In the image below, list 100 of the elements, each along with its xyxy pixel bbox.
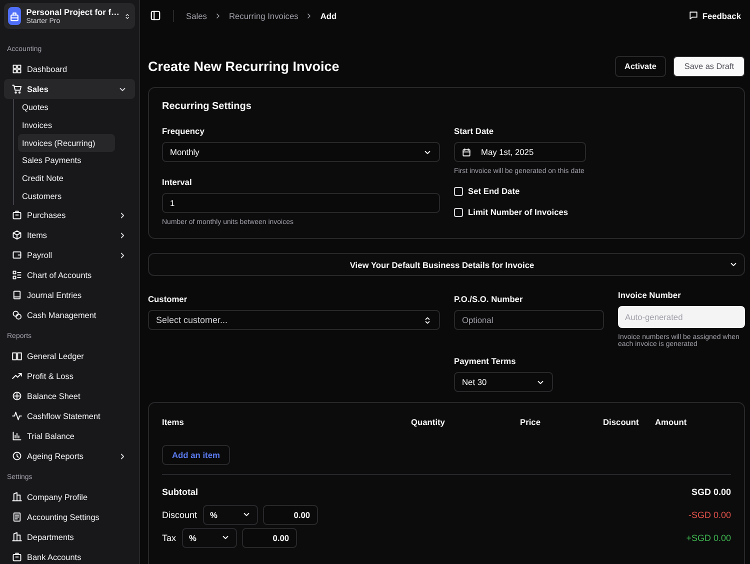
sidebar-item[interactable]: Sales [4,79,135,99]
field-label: Interval [162,177,193,187]
save-draft-button[interactable]: Save as Draft [673,56,745,76]
list-icon [12,270,22,280]
sidebar-subitem[interactable]: Sales Payments [18,152,115,170]
chevron-right-icon [305,12,314,20]
sidebar-item[interactable]: General Ledger [4,346,135,366]
type-dropdown[interactable]: % [182,528,238,548]
sidebar-item[interactable]: Balance Sheet [4,386,135,406]
totals-amount: SGD 0.00 [691,486,731,496]
up-down-chevron-icon [423,316,432,324]
field-label: Frequency [162,126,206,136]
up-down-chevron-icon [124,12,131,20]
chevron-down-icon [242,510,252,519]
field-label: Customer [148,294,188,304]
amount-input[interactable]: 0.00 [263,504,318,524]
checkbox[interactable] [454,208,463,216]
field-label: Invoice Number [618,290,682,300]
sidebar-item[interactable]: Cashflow Statement [4,406,135,426]
sidebar-item[interactable]: Company Profile [4,487,135,508]
sidebar-item[interactable]: Trial Balance [4,426,135,446]
payment-terms-dropdown[interactable]: Net 30 [454,372,553,392]
date-picker[interactable]: May 1st, 2025 [454,142,586,162]
sidebar-item[interactable]: Dashboard [4,59,135,79]
chevron-down-icon [729,260,738,269]
chevron-down-icon [221,533,230,542]
sidebar-item[interactable]: Profit & Loss [4,366,135,386]
totals-label: Subtotal [162,486,199,496]
add-item-button[interactable]: Add an item [162,445,230,465]
cart-icon [12,84,22,94]
page-title: Create New Recurring Invoice [148,58,340,74]
sidebar-item[interactable]: Purchases [4,205,135,226]
business-details-toggle[interactable]: View Your Default Business Details for Invoice [148,253,745,276]
totals-label: Tax [162,532,176,542]
chevron-right-icon [118,250,127,260]
breadcrumb-link[interactable]: Recurring Invoices [228,10,298,20]
customer-dropdown[interactable]: Select customer... [148,310,440,330]
sidebar-subitem[interactable]: Credit Note [18,170,115,188]
clock-icon [12,451,22,462]
sidebar-item[interactable]: Journal Entries [4,285,135,306]
document-icon [12,512,22,522]
type-dropdown[interactable]: % [203,504,258,524]
frequency-dropdown[interactable]: Monthly [162,142,440,162]
interval-input[interactable]: 1 [162,193,440,213]
sidebar-subitem[interactable]: Invoices [18,116,115,134]
field-label: Start Date [454,126,495,136]
po-number-input[interactable]: Optional [454,310,604,330]
chevron-right-icon [214,12,222,20]
breadcrumb-link[interactable]: Sales [186,10,207,20]
sidebar-item[interactable]: Accounting Settings [4,507,135,528]
open-book-icon [12,351,22,362]
briefcase-logo-icon [8,7,22,25]
sidebar-item[interactable]: Chart of Accounts [4,265,135,286]
totals-label: Discount [162,510,198,520]
sidebar-subitem[interactable]: Customers [18,187,115,206]
sidebar-subitem[interactable]: Quotes [18,99,115,117]
breadcrumb-link[interactable]: Add [320,10,337,20]
grid-icon [12,64,22,74]
field-label: P.O./S.O. Number [454,294,524,304]
adjustment-amount: +SGD 0.00 [686,532,731,542]
invoice-number-input[interactable]: Auto-generated [618,306,745,328]
trend-up-icon [12,371,22,382]
sidebar-toggle-icon[interactable] [150,10,161,21]
coins-icon [12,310,22,320]
building-icon [12,532,22,542]
column-header: Amount [655,417,688,427]
sidebar-subitem[interactable]: Invoices (Recurring) [18,134,115,152]
speech-bubble-icon [689,11,698,20]
chevron-right-icon [118,210,127,220]
activate-button[interactable]: Activate [614,56,666,76]
feedback-button[interactable]: Feedback [689,10,741,20]
sidebar-item[interactable]: Items [4,225,135,246]
chevron-right-icon [118,452,127,461]
calendar-icon [462,148,471,156]
building-icon [12,492,22,502]
sidebar-item[interactable]: Cash Management [4,305,135,326]
card-title: Recurring Settings [162,101,252,112]
bag-icon [12,552,22,562]
wallet-icon [12,250,22,260]
sidebar-item[interactable]: Departments [4,527,135,548]
column-header: Items [162,417,185,427]
pulse-icon [12,411,22,422]
amount-input[interactable]: 0.00 [242,528,298,548]
sidebar-item[interactable]: Bank Accounts [4,547,135,564]
field-label: Payment Terms [454,356,517,366]
chevron-right-icon [118,230,127,240]
adjustment-amount: -SGD 0.00 [688,510,731,520]
bar-chart-icon [12,431,22,442]
sidebar-item[interactable]: Payroll [4,245,135,266]
workspace-name: Personal Project for f… [26,7,120,17]
bag-icon [12,210,22,220]
checkbox[interactable] [454,186,463,196]
column-header: Price [520,417,542,427]
sidebar-item[interactable]: Ageing Reports [4,446,135,466]
cube-icon [12,230,22,240]
column-header: Discount [603,417,640,427]
checkbox-label: Limit Number of Invoices [468,207,568,217]
book-icon [12,290,22,300]
column-header: Quantity [411,417,446,427]
checkbox-label: Set End Date [468,186,520,196]
